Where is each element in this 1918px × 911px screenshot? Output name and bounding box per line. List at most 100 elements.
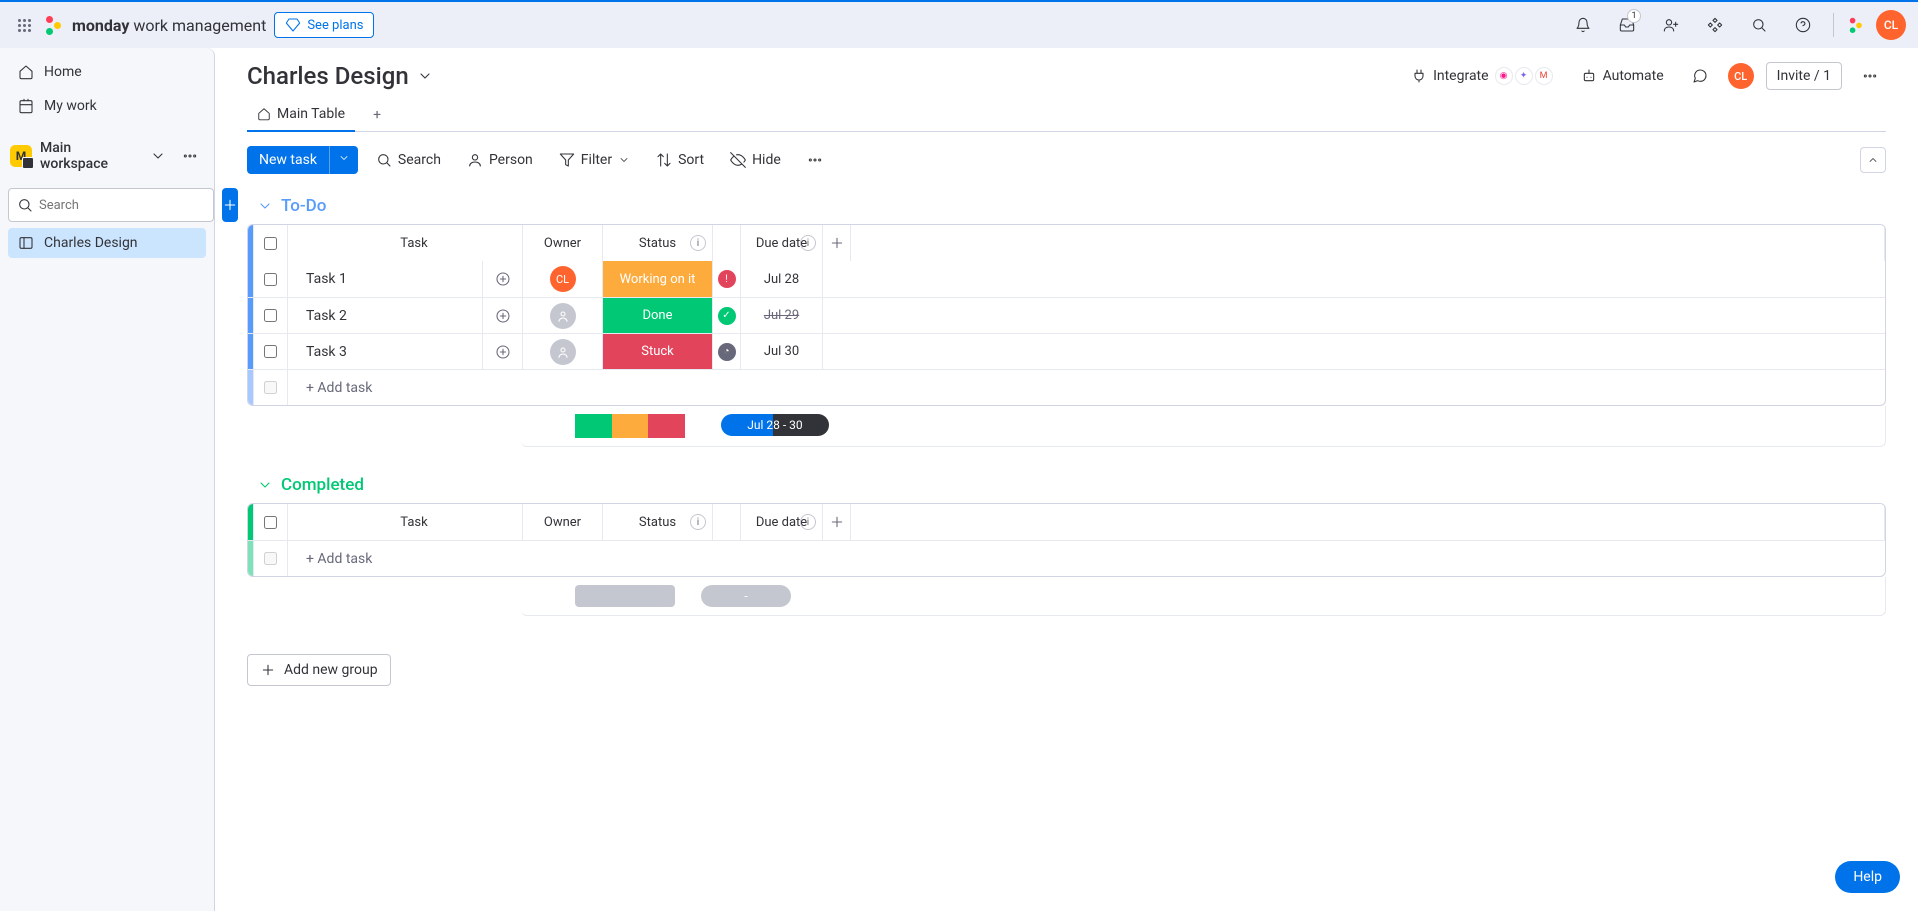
column-owner[interactable]: Owner: [523, 225, 603, 261]
search-icon: [17, 197, 33, 213]
due-date-cell[interactable]: Jul 30: [741, 334, 823, 369]
board-options-icon[interactable]: [1854, 63, 1886, 89]
owner-cell[interactable]: [523, 334, 603, 369]
column-task[interactable]: Task: [288, 225, 523, 261]
chevron-down-icon: [257, 198, 273, 214]
open-item-icon[interactable]: [483, 334, 523, 369]
inbox-icon[interactable]: 1: [1609, 7, 1645, 43]
plus-icon: [260, 662, 276, 678]
column-task[interactable]: Task: [288, 504, 523, 540]
owner-cell[interactable]: CL: [523, 261, 603, 297]
column-status[interactable]: Statusi: [603, 225, 713, 261]
invite-button[interactable]: Invite / 1: [1766, 62, 1842, 90]
toolbar-more-icon[interactable]: [799, 147, 831, 173]
info-icon[interactable]: i: [690, 514, 706, 530]
status-summary[interactable]: [575, 414, 685, 438]
group-todo-header[interactable]: To-Do: [257, 196, 1886, 216]
open-item-icon[interactable]: [483, 261, 523, 297]
table-row[interactable]: Task 1 CLWorking on it! Jul 28: [248, 261, 1885, 297]
add-column-button[interactable]: [823, 504, 851, 540]
brand[interactable]: monday work management: [44, 14, 266, 36]
row-checkbox[interactable]: [254, 261, 288, 297]
nav-my-work-label: My work: [44, 98, 97, 114]
notifications-icon[interactable]: [1565, 7, 1601, 43]
info-icon[interactable]: i: [690, 235, 706, 251]
add-task-row[interactable]: + Add task: [248, 369, 1885, 405]
workspace-badge: M: [10, 145, 32, 167]
apps-icon[interactable]: [1697, 7, 1733, 43]
open-item-icon[interactable]: [483, 298, 523, 333]
group-todo-summary: Jul 28 - 30: [521, 406, 1886, 447]
add-view-button[interactable]: +: [363, 99, 391, 131]
search-everything-icon[interactable]: [1741, 7, 1777, 43]
nav-home-label: Home: [44, 64, 82, 80]
workspace-name: Main workspace: [40, 140, 136, 172]
toolbar-sort-button[interactable]: Sort: [648, 147, 712, 173]
robot-icon: [1581, 68, 1597, 84]
owner-cell[interactable]: [523, 298, 603, 333]
collapse-toggle[interactable]: [1860, 147, 1886, 173]
integrate-button[interactable]: Integrate ◉✦M: [1403, 62, 1561, 90]
info-icon[interactable]: i: [800, 514, 816, 530]
topbar: monday work management See plans 1 CL: [0, 0, 1918, 48]
status-cell[interactable]: Done: [603, 298, 713, 333]
spacer: [823, 334, 1885, 369]
my-work-icon: [18, 98, 34, 114]
column-status[interactable]: Statusi: [603, 504, 713, 540]
automate-button[interactable]: Automate: [1573, 63, 1672, 89]
board-discussion-icon[interactable]: [1684, 63, 1716, 89]
toolbar-person-button[interactable]: Person: [459, 147, 541, 173]
task-name-cell[interactable]: Task 2: [288, 298, 483, 333]
toolbar-filter-button[interactable]: Filter: [551, 147, 638, 173]
select-all-checkbox[interactable]: [254, 504, 288, 540]
date-summary[interactable]: Jul 28 - 30: [721, 414, 829, 436]
status-indicator-icon: ◔: [718, 343, 736, 361]
date-summary-empty: -: [701, 585, 791, 607]
board-owner-avatar[interactable]: CL: [1728, 63, 1754, 89]
profile-avatar[interactable]: CL: [1876, 10, 1906, 40]
new-task-button[interactable]: New task: [247, 146, 358, 174]
spacer: [823, 261, 1885, 297]
products-switcher-icon[interactable]: [1846, 14, 1868, 36]
nav-home[interactable]: Home: [8, 56, 206, 88]
workspace-menu-icon[interactable]: [176, 142, 204, 170]
see-plans-button[interactable]: See plans: [274, 12, 374, 38]
toolbar-hide-button[interactable]: Hide: [722, 147, 789, 173]
app-switcher-icon[interactable]: [12, 13, 36, 37]
sidebar-board-item[interactable]: Charles Design: [8, 228, 206, 258]
new-task-dropdown[interactable]: [329, 146, 358, 174]
workspace-chevron-icon[interactable]: [144, 142, 172, 170]
due-date-cell[interactable]: Jul 29: [741, 298, 823, 333]
add-column-button[interactable]: [823, 225, 851, 261]
due-date-cell[interactable]: Jul 28: [741, 261, 823, 297]
group-completed-header[interactable]: Completed: [257, 475, 1886, 495]
help-icon[interactable]: [1785, 7, 1821, 43]
column-due-date[interactable]: Due datei: [741, 504, 823, 540]
invite-members-icon[interactable]: [1653, 7, 1689, 43]
table-row[interactable]: Task 2Done✓Jul 29: [248, 297, 1885, 333]
info-icon[interactable]: i: [800, 235, 816, 251]
chevron-down-icon: [257, 477, 273, 493]
column-owner[interactable]: Owner: [523, 504, 603, 540]
status-cell[interactable]: Stuck: [603, 334, 713, 369]
task-name-cell[interactable]: Task 3: [288, 334, 483, 369]
table-row[interactable]: Task 3 Stuck ◔ Jul 30: [248, 333, 1885, 369]
tab-main-table[interactable]: Main Table: [247, 98, 355, 132]
add-task-row[interactable]: + Add task: [248, 540, 1885, 576]
sidebar-search[interactable]: [8, 188, 214, 222]
status-indicator-icon: !: [718, 270, 736, 288]
row-checkbox[interactable]: [254, 334, 288, 369]
select-all-checkbox[interactable]: [254, 225, 288, 261]
column-due-date[interactable]: Due datei: [741, 225, 823, 261]
task-name-cell[interactable]: Task 1: [288, 261, 483, 297]
nav-my-work[interactable]: My work: [8, 90, 206, 122]
board-title[interactable]: Charles Design: [247, 62, 433, 90]
help-button[interactable]: Help: [1835, 861, 1900, 893]
workspace-header[interactable]: M Main workspace: [8, 132, 206, 180]
toolbar-search-button[interactable]: Search: [368, 147, 449, 173]
status-cell[interactable]: Working on it: [603, 261, 713, 297]
row-checkbox[interactable]: [254, 298, 288, 333]
add-new-group-button[interactable]: Add new group: [247, 654, 391, 686]
brand-text: monday work management: [72, 16, 266, 35]
sidebar-search-input[interactable]: [39, 198, 205, 213]
